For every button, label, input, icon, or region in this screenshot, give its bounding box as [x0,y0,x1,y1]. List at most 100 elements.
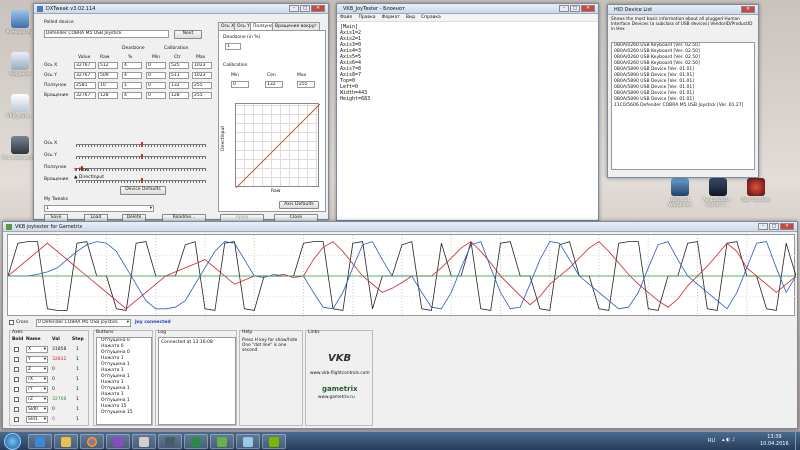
taskbar-app-1[interactable] [106,434,130,449]
taskbar-notepad[interactable] [236,434,260,449]
slider-thumb[interactable] [141,142,143,147]
tray-icons[interactable]: ▴ ◐ ♪ [722,437,752,445]
tweaks-select[interactable]: 1 ▾ [44,205,154,212]
deadzone-field[interactable]: 4 [122,62,142,69]
bold-checkbox[interactable] [14,377,19,382]
taskbar-chrome[interactable] [80,434,104,449]
close-button[interactable]: ✕ [780,223,794,230]
gametrix-link[interactable]: www.gametrix.ru [318,395,355,400]
desktop-icon-world-of-warplanes[interactable]: World of Warplanes [660,178,700,208]
axis-slider[interactable] [76,142,206,147]
axis-name-select[interactable]: rZ ▾ [26,396,48,403]
taskbar-ie[interactable] [28,434,52,449]
axis-name-select[interactable]: Y ▾ [26,356,48,363]
calib-min-field[interactable]: 0 [231,81,249,88]
menu-edit[interactable]: Правка [358,14,375,21]
show-desktop-button[interactable] [795,432,800,450]
log-box[interactable]: Connected at 13:16:08 [158,337,236,425]
max-field[interactable]: 255 [192,82,212,89]
taskbar-gpu[interactable] [262,434,286,449]
axis-name-select[interactable]: rX ▾ [26,376,48,383]
axis-defaults-button[interactable]: Axis Defaults [279,201,319,209]
vkb-logo[interactable]: VKB [328,353,351,364]
axis-slider[interactable] [76,166,206,171]
bold-checkbox[interactable] [14,397,19,402]
axis-step: 1 [76,407,79,412]
axis-name-select[interactable]: Sld0 ▾ [26,406,48,413]
taskbar-vkb[interactable] [210,434,234,449]
deadzone-field[interactable]: 4 [122,92,142,99]
min-field[interactable]: 0 [146,92,166,99]
axis-slider[interactable] [76,154,206,159]
text-area[interactable]: [Main] Axis1=2 Axis2=1 Axis3=0 Axis4=3 A… [337,22,598,104]
start-button[interactable] [4,433,21,450]
polled-device-field[interactable]: Defender COBRA M5 USB Joystick [44,30,169,38]
calib-cen-field[interactable]: 132 [265,81,283,88]
deadzone-field[interactable]: 1 [122,82,142,89]
buttons-log[interactable]: Отпущена 0 Нажата 0 Отпущена 0 Нажата 1 Отпу… [96,337,152,425]
minimize-button[interactable]: – [559,5,569,12]
maximize-button[interactable]: □ [300,5,310,12]
title-bar[interactable]: HID Device List ✕ [608,5,758,15]
axis-name-select[interactable]: X ▾ [26,346,48,353]
checkbox-box[interactable] [9,320,14,325]
next-button[interactable]: Next [174,30,202,39]
close-button[interactable]: ✕ [581,5,595,12]
axis-name-select[interactable]: Sld1 ▾ [26,416,48,423]
tab-rotation[interactable]: Вращение вокруг [272,22,320,30]
deadzone-spinner[interactable]: 1 [225,43,241,50]
title-bar[interactable]: VKB joytester for Gametrix – □ ✕ [3,222,797,232]
taskbar-app-2[interactable] [132,434,156,449]
bold-checkbox[interactable] [14,357,19,362]
ctr-field[interactable]: 525 [169,62,189,69]
device-select[interactable]: 0 Defender COBRA M5 USB Joystick ▾ [36,319,131,327]
taskbar-app-3[interactable] [158,434,182,449]
list-item[interactable]: 11C0/5606 Defender COBRA M5 USB Joystick… [612,103,754,109]
clock[interactable]: 13:39 10.04.2016 [760,434,789,448]
taskbar-monitor[interactable] [184,434,208,449]
hid-device-list[interactable]: 0B0A/0260 USB Keyboard [Ver. 02.50] 0B0A… [611,42,755,170]
bold-checkbox[interactable] [14,407,19,412]
ctr-field[interactable]: 511 [169,72,189,79]
taskbar-explorer[interactable] [54,434,78,449]
slider-thumb[interactable] [141,154,143,159]
bold-checkbox[interactable] [14,417,19,422]
ctr-field[interactable]: 128 [169,92,189,99]
cross-checkbox[interactable]: Cross [9,320,28,325]
menu-help[interactable]: Справка [421,14,441,21]
ctr-field[interactable]: 132 [169,82,189,89]
axis-name-select[interactable]: rY ▾ [26,386,48,393]
bold-checkbox[interactable] [14,387,19,392]
desktop-icon-air-conflicts[interactable]: Air Conflicts - Pacific C... [698,178,738,208]
gametrix-logo[interactable]: gametrix [322,385,358,393]
minimize-button[interactable]: – [289,5,299,12]
menu-file[interactable]: Файл [340,14,352,21]
min-field[interactable]: 0 [146,62,166,69]
maximize-button[interactable]: □ [570,5,580,12]
calib-max-field[interactable]: 255 [297,81,315,88]
max-field[interactable]: 255 [192,92,212,99]
slider-thumb[interactable] [141,178,143,183]
close-button[interactable]: ✕ [741,6,755,13]
close-button[interactable]: ✕ [311,5,325,12]
vkb-link[interactable]: www.vkb-flightcontrols.com [310,371,370,376]
menu-view[interactable]: Вид [406,14,415,21]
title-bar[interactable]: VKB_JoyTester - Блокнот – □ ✕ [337,4,598,14]
title-bar[interactable]: DXTweak v3.02.114 – □ ✕ [34,4,328,14]
minimize-button[interactable]: – [758,223,768,230]
device-defaults-button[interactable]: Device Defaults [120,186,166,195]
deadzone-field[interactable]: 4 [122,72,142,79]
axis-name-select[interactable]: Z ▾ [26,366,48,373]
min-field[interactable]: 0 [146,72,166,79]
max-field[interactable]: 1023 [192,72,212,79]
bold-checkbox[interactable] [14,367,19,372]
maximize-button[interactable]: □ [769,223,779,230]
min-field[interactable]: 0 [146,82,166,89]
max-field[interactable]: 1023 [192,62,212,69]
menu-format[interactable]: Формат [382,14,400,21]
list-item[interactable]: Отпущена 15 [99,410,151,416]
language-indicator[interactable]: RU [708,438,715,444]
slider-label: Ось Y [44,153,57,158]
bold-checkbox[interactable] [14,347,19,352]
desktop-icon-war-thunder[interactable]: War Thunder [736,178,776,203]
